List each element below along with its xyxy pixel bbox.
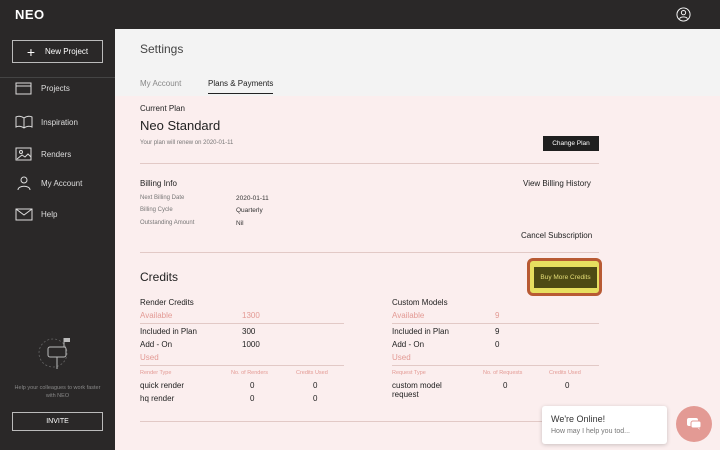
sidebar-item-inspiration[interactable]: Inspiration	[15, 114, 78, 130]
plan-name: Neo Standard	[140, 118, 221, 133]
book-icon	[15, 115, 33, 129]
table-header: Credits Used	[549, 370, 581, 376]
sidebar-item-label: Inspiration	[41, 117, 78, 127]
sidebar-item-renders[interactable]: Renders	[15, 146, 71, 162]
table-header: Request Type	[392, 370, 426, 376]
buy-more-credits-highlight: Buy More Credits	[527, 258, 602, 296]
tab-plans-payments[interactable]: Plans & Payments	[208, 79, 274, 94]
billing-label: Billing Cycle	[140, 207, 173, 213]
top-bar: NEO	[0, 0, 720, 29]
table-cell: 0	[565, 381, 570, 390]
sidebar-divider	[0, 77, 115, 78]
new-project-button[interactable]: + New Project	[12, 40, 103, 63]
image-icon	[15, 147, 32, 161]
addon-value: 0	[495, 340, 500, 349]
user-account-icon[interactable]	[676, 7, 691, 22]
table-cell: 0	[313, 381, 318, 390]
divider	[392, 365, 599, 366]
chat-icon	[687, 418, 702, 430]
used-label: Used	[392, 353, 411, 362]
sidebar-item-label: Help	[41, 209, 58, 219]
table-cell: quick render	[140, 381, 185, 390]
table-cell: 0	[250, 381, 255, 390]
available-label: Available	[140, 311, 173, 320]
divider	[392, 323, 599, 324]
chat-subtitle: How may I help you tod...	[551, 428, 630, 435]
billing-label: Outstanding Amount	[140, 220, 195, 226]
chat-popup[interactable]: We're Online! How may I help you tod...	[542, 406, 667, 444]
billing-value: Nil	[236, 220, 244, 227]
user-icon	[17, 176, 31, 190]
buy-more-credits-button[interactable]: Buy More Credits	[534, 267, 597, 288]
sidebar-item-label: Renders	[41, 149, 72, 159]
billing-label: Next Billing Date	[140, 195, 185, 201]
custom-models-title: Custom Models	[392, 298, 448, 307]
table-header: No. of Renders	[231, 370, 268, 376]
sidebar-item-help[interactable]: Help	[15, 206, 57, 222]
table-cell: 0	[503, 381, 508, 390]
table-header: Render Type	[140, 370, 172, 376]
divider	[140, 252, 599, 253]
table-cell: custom model	[392, 381, 442, 390]
change-plan-button[interactable]: Change Plan	[543, 136, 599, 151]
used-label: Used	[140, 353, 159, 362]
included-label: Included in Plan	[140, 327, 197, 336]
divider	[140, 323, 344, 324]
table-cell: 0	[313, 394, 318, 403]
invite-button[interactable]: INVITE	[12, 412, 103, 431]
chat-launcher-button[interactable]	[676, 406, 712, 442]
render-credits-title: Render Credits	[140, 298, 194, 307]
cancel-subscription-link[interactable]: Cancel Subscription	[521, 231, 592, 240]
chat-title: We're Online!	[551, 414, 606, 424]
addon-value: 1000	[242, 340, 260, 349]
mailbox-illustration-icon	[38, 338, 70, 369]
available-label: Available	[392, 311, 425, 320]
table-cell: request	[392, 390, 419, 399]
table-cell: hq render	[140, 394, 175, 403]
app-logo[interactable]: NEO	[15, 7, 45, 22]
page-title: Settings	[140, 42, 184, 56]
view-billing-history-link[interactable]: View Billing History	[523, 179, 591, 188]
addon-label: Add - On	[140, 340, 173, 349]
sidebar-item-projects[interactable]: Projects	[15, 80, 70, 96]
table-cell: 0	[250, 394, 255, 403]
sidebar-item-my-account[interactable]: My Account	[15, 175, 82, 191]
addon-label: Add - On	[392, 340, 425, 349]
billing-value: Quarterly	[236, 207, 263, 214]
tab-my-account[interactable]: My Account	[140, 79, 181, 93]
credits-title: Credits	[140, 270, 179, 284]
plan-renew-text: Your plan will renew on 2020-01-11	[140, 140, 234, 146]
plus-icon: +	[26, 43, 36, 60]
table-header: Credits Used	[296, 370, 328, 376]
billing-value: 2020-01-11	[236, 195, 269, 202]
mail-icon	[15, 208, 33, 221]
billing-info-title: Billing Info	[140, 179, 177, 188]
sidebar-item-label: My Account	[41, 178, 83, 188]
table-header: No. of Requests	[483, 370, 523, 376]
included-label: Included in Plan	[392, 327, 449, 336]
divider	[140, 163, 599, 164]
available-value: 1300	[242, 311, 260, 320]
new-project-label: New Project	[45, 47, 89, 56]
sidebar-item-label: Projects	[41, 83, 70, 93]
help-text: Help your colleagues to work faster with…	[14, 385, 101, 400]
included-value: 9	[495, 327, 500, 336]
divider	[140, 365, 344, 366]
divider	[140, 421, 599, 422]
included-value: 300	[242, 327, 256, 336]
sidebar: + New Project Projects Inspiration Rende…	[0, 29, 115, 450]
current-plan-label: Current Plan	[140, 104, 185, 113]
folder-icon	[15, 82, 32, 95]
available-value: 9	[495, 311, 500, 320]
